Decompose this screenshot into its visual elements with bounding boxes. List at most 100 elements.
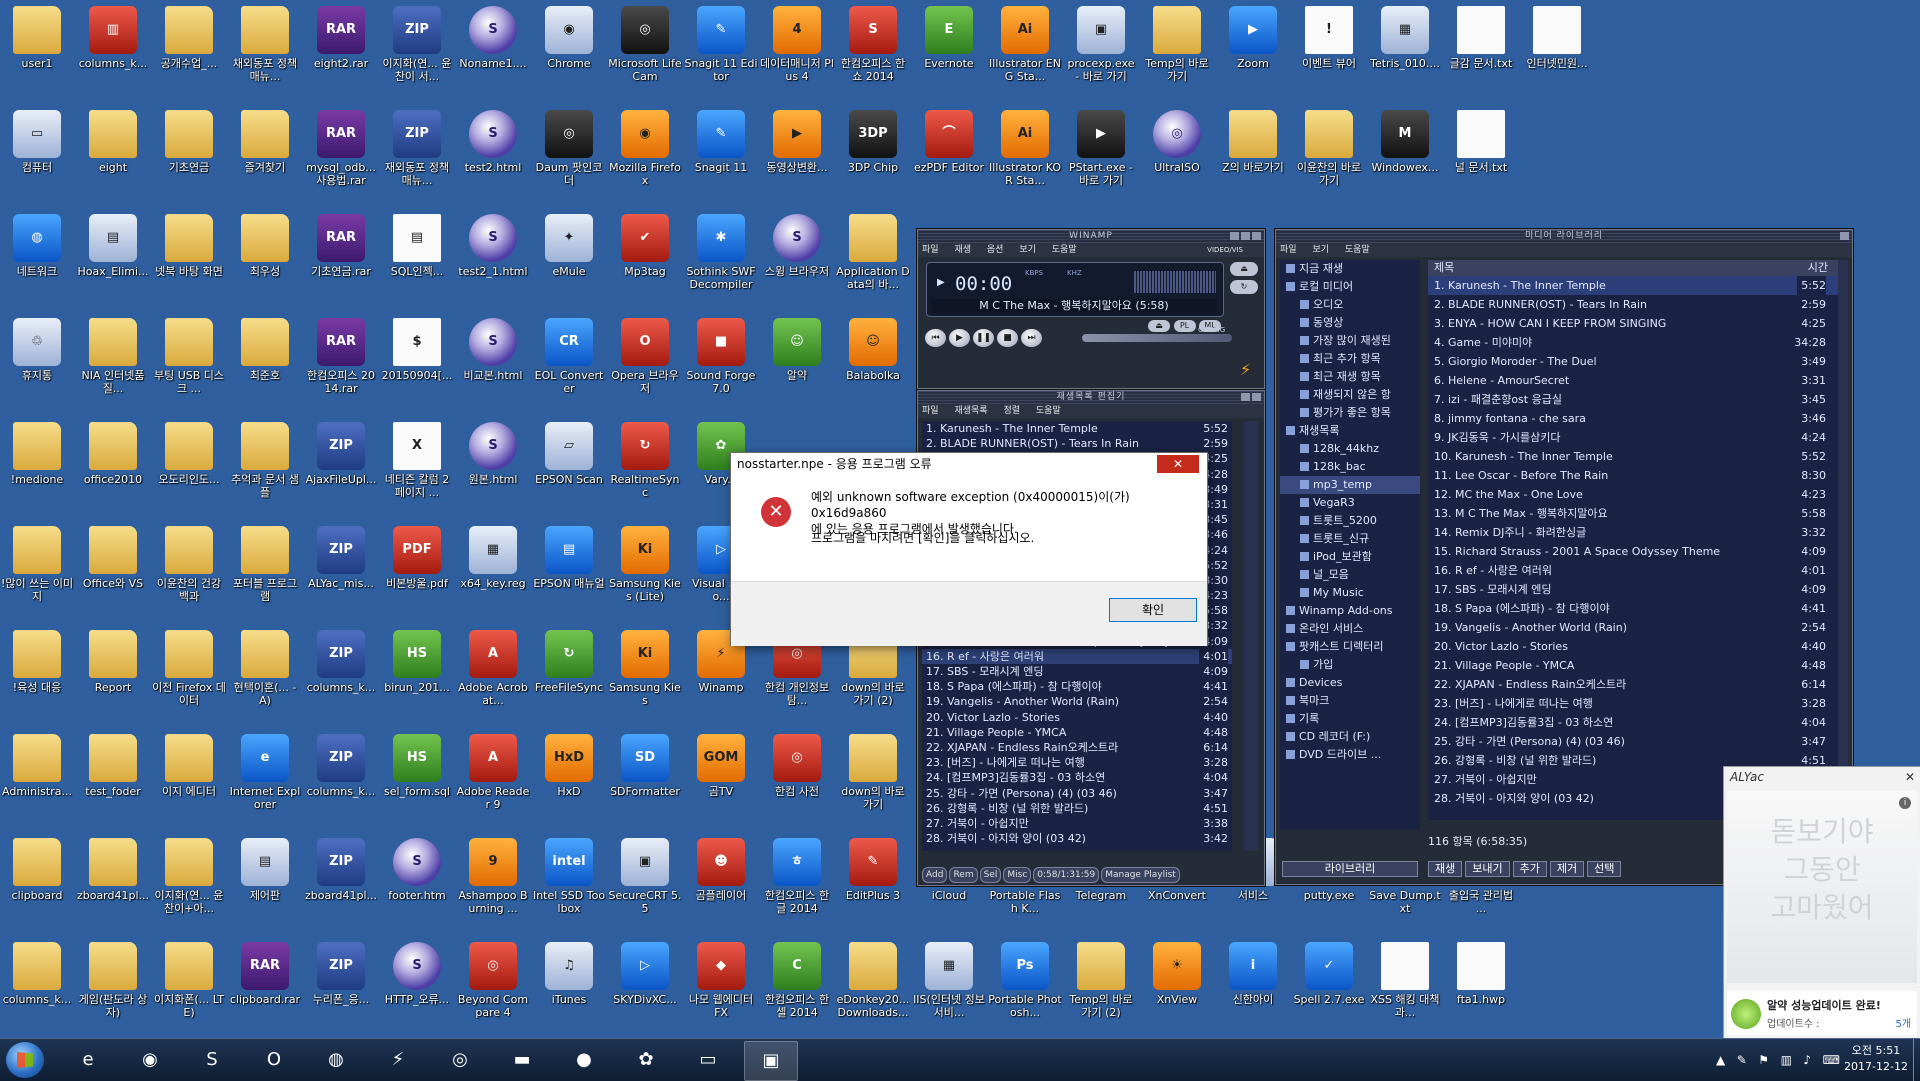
desktop-icon[interactable]: Administra... (0, 732, 74, 798)
playlist-row[interactable]: 27. 거북이 - 아쉽지만 3:38 (922, 815, 1232, 832)
info-icon[interactable]: i (1899, 797, 1911, 809)
playlist-row[interactable]: 18. S Papa (에스파파) - 참 다행이야 4:41 (922, 679, 1232, 695)
desktop-icon[interactable]: ZIP 누리폰_응... (304, 940, 378, 1006)
desktop-icon[interactable]: ▶ Zoom (1216, 4, 1290, 70)
desktop-icon[interactable]: ZIP zboard41pl... (304, 836, 378, 902)
desktop-icon[interactable]: S 원본.html (456, 420, 530, 486)
winamp-titlebar[interactable]: WINAMP (918, 230, 1264, 243)
desktop-icon[interactable]: ▤ EPSON 매뉴얼 (532, 524, 606, 590)
desktop-icon[interactable]: 이윤찬의 바로 가기 (1292, 108, 1366, 187)
menu-help[interactable]: 도움말 (1052, 245, 1077, 255)
taskbar-item-window[interactable]: ▣ (744, 1041, 798, 1081)
library-tree-node[interactable]: 트롯트_5200 (1280, 512, 1420, 530)
desktop-icon[interactable]: 이지화(연... 윤찬이+아... (152, 836, 226, 915)
desktop-icon[interactable]: 이지화폰(... LTE) (152, 940, 226, 1019)
library-track-row[interactable]: 15. Richard Strauss - 2001 A Space Odyss… (1428, 542, 1838, 561)
desktop-icon[interactable]: A Adobe Acrobat... (456, 628, 530, 707)
desktop-icon[interactable]: ▤ 제어판 (228, 836, 302, 902)
playlist-row[interactable]: 22. XJAPAN - Endless Rain오케스트라 6:14 (922, 739, 1232, 756)
desktop-icon[interactable]: Office와 VS (76, 524, 150, 590)
playlist-row[interactable]: 28. 거북이 - 아지와 양이 (03 42) 3:42 (922, 831, 1232, 847)
close-icon[interactable] (1252, 232, 1261, 240)
desktop-icon[interactable]: GOM 곰TV (684, 732, 758, 798)
dialog-titlebar[interactable]: nosstarter.npe - 응용 프로그램 오류 ✕ (731, 453, 1207, 475)
desktop-icon[interactable]: HS birun_201... (380, 628, 454, 694)
ml-menu-view[interactable]: 보기 (1312, 245, 1329, 255)
next-icon[interactable]: ⏭ (1021, 329, 1042, 347)
play-button[interactable]: 재생 (1428, 861, 1463, 877)
library-tree-node[interactable]: 가장 많이 재생된 (1280, 332, 1420, 350)
library-track-row[interactable]: 17. SBS - 모래시계 엔딩 4:09 (1428, 580, 1838, 599)
desktop-icon[interactable]: columns_k... (0, 940, 74, 1006)
config-label[interactable]: CONFIG (1198, 326, 1225, 334)
desktop-icon[interactable]: A Adobe Reader 9 (456, 732, 530, 811)
desktop-icon[interactable]: ✦ eMule (532, 212, 606, 278)
library-tree[interactable]: 지금 재생 로컬 미디어 오디오 동영상 가장 많이 재생된 최근 추가 항목 최근 재생 … (1280, 260, 1420, 830)
desktop-icon[interactable]: Stest2.html (456, 108, 530, 174)
taskbar-item-explorer[interactable]: ▭ (682, 1041, 734, 1079)
desktop-icon[interactable]: !medione (0, 420, 74, 486)
library-track-row[interactable]: 25. 강타 - 가면 (Persona) (4) (03 46) 3:47 (1428, 732, 1838, 751)
desktop-icon[interactable]: ↻ FreeFileSync (532, 628, 606, 694)
taskbar-item-plant[interactable]: ✿ (620, 1041, 672, 1079)
alyac-close-button[interactable]: ✕ (1905, 767, 1915, 787)
library-tree-node[interactable]: mp3_temp (1280, 476, 1420, 494)
desktop-icon[interactable]: test_foder (76, 732, 150, 798)
library-track-row[interactable]: 14. Remix DJ주니 - 화려한싱글 3:32 (1428, 523, 1838, 542)
library-track-row[interactable]: 3. ENYA - HOW CAN I KEEP FROM SINGING 4:2… (1428, 314, 1838, 333)
library-tree-node[interactable]: 북마크 (1280, 692, 1420, 710)
desktop-icon[interactable]: ZIP columns_k... (304, 732, 378, 798)
desktop-icon[interactable]: 공개수업_... (152, 4, 226, 70)
desktop-icon[interactable]: ▣ SecureCRT 5.5 (608, 836, 682, 915)
tray-flag-icon[interactable]: ⚑ (1758, 1039, 1769, 1081)
desktop-icon[interactable]: ZIP AjaxFileUpl... (304, 420, 378, 486)
desktop-icon[interactable]: Temp의 바로 가기 (2) (1064, 940, 1138, 1019)
desktop-icon[interactable]: RAR mysql_odb... 사용법.rar (304, 108, 378, 187)
desktop-icon[interactable]: ▭ 컴퓨터 (0, 108, 74, 174)
ok-button[interactable]: 확인 (1109, 598, 1197, 622)
library-track-row[interactable]: 12. MC the Max - One Love 4:23 (1428, 485, 1838, 504)
desktop-icon[interactable]: Temp의 바로 가기 (1140, 4, 1214, 83)
pl-menu-sort[interactable]: 정렬 (1003, 406, 1020, 416)
library-tree-node[interactable]: 동영상 (1280, 314, 1420, 332)
desktop-icon[interactable]: ✎ EditPlus 3 (836, 836, 910, 902)
desktop-icon[interactable]: NIA 인터넷품질... (76, 316, 150, 395)
shade-icon[interactable] (1241, 232, 1250, 240)
desktop-icon[interactable]: ✱ Sothink SWF Decompiler (684, 212, 758, 291)
desktop-icon[interactable]: ▶ PStart.exe - 바로 가기 (1064, 108, 1138, 187)
desktop-icon[interactable]: ☻ 곰플레이어 (684, 836, 758, 902)
desktop-icon[interactable]: intel Intel SSD Toolbox (532, 836, 606, 915)
library-tree-node[interactable]: 널_모음 (1280, 566, 1420, 584)
desktop-icon[interactable]: Ai Illustrator KOR Sta... (988, 108, 1062, 187)
desktop-icon[interactable]: CR EOL Converter (532, 316, 606, 395)
library-tree-node[interactable]: 기록 (1280, 710, 1420, 728)
library-scrollbar[interactable] (1838, 260, 1848, 820)
desktop-icon[interactable]: 글감 문서.txt (1444, 4, 1518, 70)
taskbar-item-record[interactable]: ● (558, 1041, 610, 1079)
playlist-titlebar[interactable]: 재생목록 편집기 (918, 391, 1264, 404)
tray-expand-icon[interactable]: ▲ (1716, 1039, 1725, 1081)
desktop-icon[interactable]: zboard41pl... (76, 836, 150, 902)
playlist-row[interactable]: 20. Victor Lazlo - Stories 4:40 (922, 709, 1232, 725)
desktop-icon[interactable]: HxD HxD (532, 732, 606, 798)
desktop-icon[interactable]: C 한컴오피스 한셀 2014 (760, 940, 834, 1019)
close-icon[interactable] (1840, 232, 1849, 240)
library-track-row[interactable]: 4. Game - 미야미야 34:28 (1428, 333, 1838, 352)
misc-button[interactable]: Misc (1003, 867, 1032, 883)
desktop-icon[interactable]: ♫ iTunes (532, 940, 606, 1006)
dialog-close-button[interactable]: ✕ (1157, 455, 1199, 473)
playlist-row[interactable]: 16. R ef - 사랑은 여러워 4:01 (922, 648, 1232, 664)
pl-menu-playlist[interactable]: 재생목록 (954, 406, 987, 416)
library-tree-node[interactable]: CD 레코더 (F:) (1280, 728, 1420, 746)
taskbar-item-opera[interactable]: O (248, 1041, 300, 1079)
desktop-icon[interactable]: 4 데이터매니저 Plus 4 (760, 4, 834, 83)
taskbar-item-chrome[interactable]: ◉ (124, 1041, 176, 1079)
desktop-icon[interactable]: ◎ Microsoft LifeCam (608, 4, 682, 83)
desktop-icon[interactable]: Application Data의 바... (836, 212, 910, 291)
column-title[interactable]: 제목 (1434, 261, 1454, 274)
desktop-icon[interactable]: ✓ Spell 2.7.exe (1292, 940, 1366, 1006)
desktop-icon[interactable]: ZIP 재외동포 정책 매뉴... (380, 108, 454, 187)
menu-options[interactable]: 옵션 (987, 245, 1004, 255)
winamp-main-window[interactable]: WINAMP 파일 재생 옵션 보기 도움말 VIDEO/VIS ▶ 00:00… (917, 229, 1265, 389)
playlist-row[interactable]: 1. Karunesh - The Inner Temple 5:52 (922, 421, 1232, 437)
